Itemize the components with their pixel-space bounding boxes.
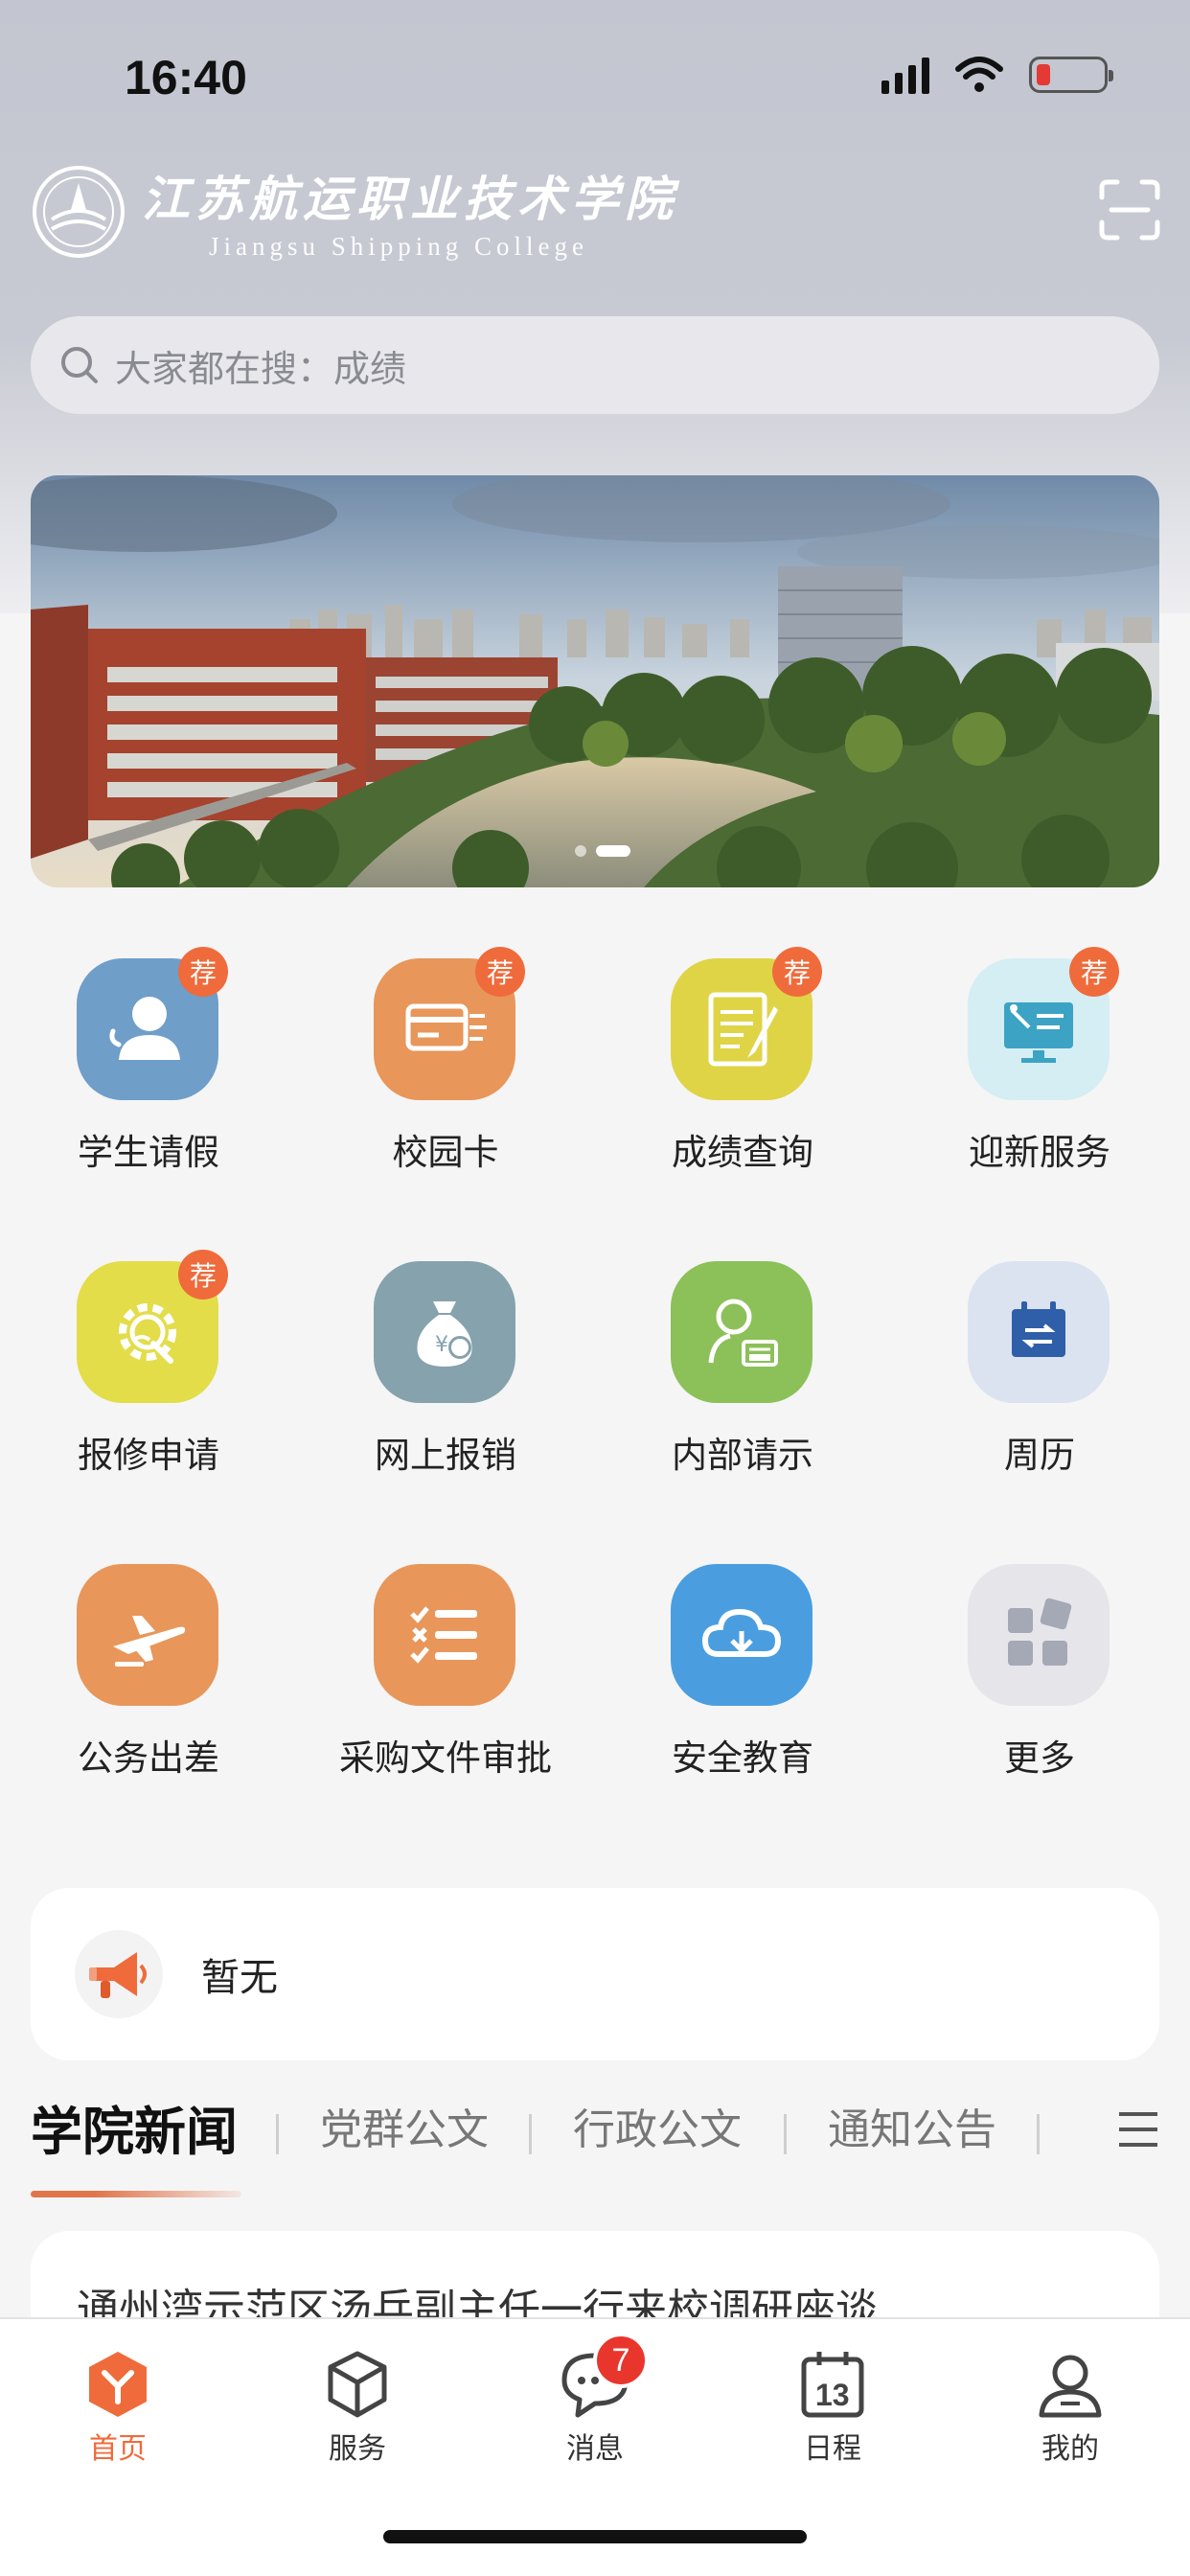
service-label: 周历 bbox=[1004, 1435, 1075, 1476]
service-label: 报修申请 bbox=[78, 1435, 219, 1476]
service-procurement-approval[interactable]: 采购文件审批 bbox=[297, 1564, 594, 1804]
home-icon bbox=[80, 2346, 156, 2423]
user-leave-icon: 荐 bbox=[77, 947, 228, 1100]
service-campus-card[interactable]: 荐 校园卡 bbox=[297, 947, 594, 1198]
svg-text:¥: ¥ bbox=[435, 1333, 448, 1357]
more-grid-icon bbox=[968, 1564, 1110, 1706]
recommend-badge: 荐 bbox=[475, 947, 525, 997]
person-search-icon bbox=[671, 1261, 812, 1403]
schedule-day: 13 bbox=[815, 2378, 850, 2412]
banner-pagination bbox=[575, 845, 630, 857]
message-count-badge: 7 bbox=[593, 2333, 649, 2388]
tab-admin-docs[interactable]: 行政公文 bbox=[573, 2095, 742, 2156]
tab-home-label: 首页 bbox=[89, 2432, 147, 2466]
recommend-badge: 荐 bbox=[178, 947, 228, 997]
status-time: 16:40 bbox=[125, 51, 247, 104]
service-label: 网上报销 bbox=[375, 1435, 516, 1476]
status-icons bbox=[881, 56, 1113, 94]
service-label: 安全教育 bbox=[672, 1737, 813, 1779]
banner-dot[interactable] bbox=[575, 845, 586, 857]
school-name-cn: 江苏航运职业技术学院 bbox=[142, 171, 678, 227]
notice-text: 暂无 bbox=[201, 1956, 278, 2000]
checklist-icon bbox=[374, 1564, 515, 1706]
calendar-13-icon: 13 bbox=[794, 2346, 871, 2423]
campus-card-icon: 荐 bbox=[374, 947, 525, 1100]
search-icon bbox=[61, 347, 98, 383]
service-week-calendar[interactable]: 周历 bbox=[891, 1261, 1188, 1501]
service-grade-query[interactable]: 荐 成绩查询 bbox=[594, 947, 891, 1198]
cloud-icon bbox=[671, 1564, 812, 1706]
service-label: 迎新服务 bbox=[969, 1132, 1110, 1173]
service-label: 校园卡 bbox=[392, 1132, 499, 1173]
service-more[interactable]: 更多 bbox=[891, 1564, 1188, 1804]
repair-gear-icon: 荐 bbox=[77, 1250, 228, 1403]
tab-mine-label: 我的 bbox=[1041, 2432, 1099, 2466]
service-freshman-welcome[interactable]: 荐 迎新服务 bbox=[891, 947, 1188, 1198]
school-name-en: Jiangsu Shipping College bbox=[209, 232, 588, 261]
school-emblem-icon bbox=[33, 165, 125, 258]
service-label: 成绩查询 bbox=[672, 1132, 813, 1173]
chat-icon: 7 bbox=[557, 2333, 649, 2423]
tab-mine[interactable]: 我的 bbox=[998, 2346, 1142, 2467]
tab-notices[interactable]: 通知公告 bbox=[828, 2095, 996, 2156]
megaphone-icon bbox=[75, 1930, 163, 2018]
profile-icon bbox=[1032, 2346, 1109, 2423]
tab-home[interactable]: 首页 bbox=[46, 2346, 190, 2467]
news-tabs: 学院新闻 党群公文 行政公文 通知公告 bbox=[31, 2095, 1159, 2210]
wifi-icon bbox=[955, 57, 1003, 92]
service-repair-request[interactable]: 荐 报修申请 bbox=[0, 1250, 297, 1501]
tab-divider bbox=[1037, 2114, 1040, 2154]
service-online-reimbursement[interactable]: ¥ 网上报销 bbox=[297, 1261, 594, 1501]
welcome-screen-icon: 荐 bbox=[968, 947, 1119, 1100]
service-safety-education[interactable]: 安全教育 bbox=[594, 1564, 891, 1804]
home-indicator bbox=[383, 2530, 807, 2543]
recommend-badge: 荐 bbox=[1069, 947, 1119, 997]
service-label: 更多 bbox=[1004, 1737, 1075, 1779]
service-student-leave[interactable]: 荐 学生请假 bbox=[0, 947, 297, 1198]
menu-icon[interactable] bbox=[1117, 2108, 1159, 2150]
airplane-icon bbox=[77, 1564, 218, 1706]
service-label: 采购文件审批 bbox=[339, 1737, 552, 1779]
campus-banner[interactable] bbox=[31, 475, 1159, 887]
tab-messages[interactable]: 7 消息 bbox=[523, 2333, 667, 2467]
service-business-trip[interactable]: 公务出差 bbox=[0, 1564, 297, 1804]
cellular-signal-icon bbox=[881, 56, 929, 94]
tab-college-news[interactable]: 学院新闻 bbox=[31, 2089, 238, 2165]
battery-icon bbox=[1029, 57, 1113, 93]
tab-divider bbox=[784, 2114, 787, 2154]
banner-dot-active[interactable] bbox=[596, 845, 630, 857]
grade-document-icon: 荐 bbox=[671, 947, 822, 1100]
active-tab-indicator bbox=[31, 2191, 241, 2197]
service-internal-request[interactable]: 内部请示 bbox=[594, 1261, 891, 1501]
tab-schedule[interactable]: 13 日程 bbox=[761, 2346, 904, 2467]
tab-party-docs[interactable]: 党群公文 bbox=[320, 2095, 489, 2156]
service-label: 公务出差 bbox=[78, 1737, 219, 1779]
search-placeholder: 大家都在搜：成绩 bbox=[115, 347, 407, 390]
campus-photo bbox=[31, 475, 1159, 887]
cube-icon bbox=[319, 2346, 396, 2423]
status-bar: 16:40 bbox=[0, 0, 1190, 144]
tab-divider bbox=[276, 2114, 279, 2154]
recommend-badge: 荐 bbox=[772, 947, 822, 997]
tab-services-label: 服务 bbox=[329, 2432, 386, 2466]
tab-divider bbox=[529, 2114, 532, 2154]
recommend-badge: 荐 bbox=[178, 1250, 228, 1300]
school-brand: 江苏航运职业技术学院 Jiangsu Shipping College bbox=[31, 161, 678, 262]
service-label: 内部请示 bbox=[672, 1435, 813, 1476]
calendar-icon bbox=[968, 1261, 1110, 1403]
money-bag-icon: ¥ bbox=[374, 1261, 515, 1403]
scan-icon[interactable] bbox=[1098, 178, 1161, 242]
search-bar[interactable]: 大家都在搜：成绩 bbox=[31, 316, 1159, 414]
notice-card[interactable]: 暂无 bbox=[31, 1888, 1159, 2060]
service-label: 学生请假 bbox=[78, 1132, 219, 1173]
tab-services[interactable]: 服务 bbox=[286, 2346, 429, 2467]
tab-schedule-label: 日程 bbox=[804, 2432, 861, 2466]
tab-messages-label: 消息 bbox=[566, 2432, 624, 2466]
